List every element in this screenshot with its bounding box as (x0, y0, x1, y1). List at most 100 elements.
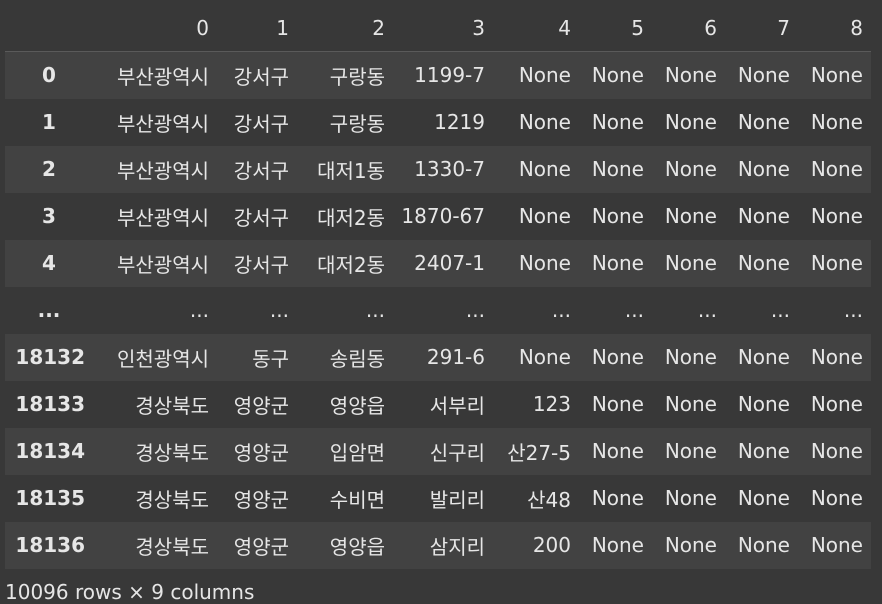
table-cell: 수비면 (329, 487, 385, 512)
table-cell: None (518, 204, 571, 228)
table-cell: None (518, 63, 571, 88)
row-index: 18135 (15, 486, 85, 510)
table-cell: None (591, 439, 644, 463)
table-row: 4 부산광역시 강서구 대저2동 2407-1 None None None N… (5, 239, 871, 287)
table-cell: None (591, 345, 644, 369)
table-cell: 삼지리 (429, 534, 485, 559)
table-cell: 송림동 (329, 346, 385, 371)
table-header: 0 1 2 3 4 5 6 7 8 (5, 5, 871, 52)
table-cell: None (737, 157, 790, 181)
table-cell: None (737, 533, 790, 557)
table-cell: None (810, 251, 863, 275)
table-cell: None (810, 486, 863, 510)
dataframe-shape-text: 10096 rows × 9 columns (5, 580, 255, 604)
table-cell: None (518, 157, 571, 181)
table-row: 18136 경상북도 영양군 영양읍 삼지리 200 None None Non… (5, 521, 871, 569)
column-header: 4 (493, 5, 579, 52)
table-body: 0 부산광역시 강서구 구랑동 1199-7 None None None No… (5, 51, 871, 569)
table-cell: 경상북도 (135, 393, 209, 418)
table-cell: 구랑동 (329, 64, 385, 89)
row-index: ... (37, 298, 61, 322)
table-cell: 산48 (527, 487, 571, 512)
table-row: 18135 경상북도 영양군 수비면 발리리 산48 None None Non… (5, 474, 871, 522)
column-header: 0 (93, 5, 217, 52)
table-cell: 구랑동 (329, 111, 385, 136)
column-header: 1 (217, 5, 297, 52)
table-cell: ... (465, 298, 485, 322)
table-cell: 경상북도 (135, 487, 209, 512)
table-cell: None (518, 345, 571, 369)
table-cell: 강서구 (233, 64, 289, 89)
table-cell: None (737, 110, 790, 134)
column-header: 7 (725, 5, 798, 52)
table-cell: 대저1동 (317, 158, 385, 183)
table-cell: 산27-5 (507, 440, 571, 465)
table-cell: ... (269, 298, 289, 322)
row-index: 0 (42, 63, 56, 88)
table-cell: 발리리 (429, 487, 485, 512)
table-cell: 부산광역시 (117, 64, 209, 89)
table-cell: None (810, 439, 863, 463)
table-cell: 영양군 (233, 487, 289, 512)
table-row: 2 부산광역시 강서구 대저1동 1330-7 None None None N… (5, 145, 871, 193)
table-cell: None (737, 392, 790, 416)
row-index: 18136 (15, 533, 85, 557)
table-row: 18132 인천광역시 동구 송림동 291-6 None None None … (5, 333, 871, 381)
index-header (5, 5, 93, 52)
table-cell: ... (697, 298, 717, 322)
table-cell: 신구리 (429, 440, 485, 465)
table-cell: None (591, 392, 644, 416)
table-cell: 영양군 (233, 393, 289, 418)
table-cell: None (810, 533, 863, 557)
table-cell: None (664, 204, 717, 228)
row-index: 3 (42, 204, 56, 228)
table-cell: None (664, 486, 717, 510)
table-cell: None (591, 486, 644, 510)
table-row: 0 부산광역시 강서구 구랑동 1199-7 None None None No… (5, 51, 871, 99)
table-cell: 영양읍 (329, 534, 385, 559)
table-cell: 동구 (252, 346, 289, 371)
table-cell: None (810, 110, 863, 134)
table-cell: None (591, 204, 644, 228)
table-cell: 영양읍 (329, 393, 385, 418)
table-cell: None (737, 204, 790, 228)
table-cell: 대저2동 (317, 252, 385, 277)
table-cell: 1199-7 (414, 63, 485, 88)
table-cell: 1870-67 (401, 204, 485, 228)
table-cell: None (591, 63, 644, 88)
table-cell: 강서구 (233, 252, 289, 277)
table-row: 18133 경상북도 영양군 영양읍 서부리 123 None None Non… (5, 380, 871, 428)
table-row: 18134 경상북도 영양군 입암면 신구리 산27-5 None None N… (5, 427, 871, 475)
table-cell: ... (551, 298, 571, 322)
column-header: 3 (393, 5, 493, 52)
table-cell: None (737, 439, 790, 463)
table-cell: 부산광역시 (117, 252, 209, 277)
table-cell: None (591, 157, 644, 181)
table-cell: None (737, 251, 790, 275)
table-cell: None (664, 439, 717, 463)
dataframe-table: 0 1 2 3 4 5 6 7 8 0 부산광역시 강서구 구랑동 1199-7… (5, 5, 871, 569)
table-cell: None (810, 157, 863, 181)
row-index: 1 (42, 110, 56, 134)
table-cell: None (591, 533, 644, 557)
column-header: 6 (652, 5, 725, 52)
table-cell: ... (189, 298, 209, 322)
table-cell: 인천광역시 (117, 346, 209, 371)
table-cell: None (737, 63, 790, 88)
table-cell: 서부리 (429, 393, 485, 418)
table-cell: None (737, 486, 790, 510)
table-cell: None (810, 63, 863, 88)
table-cell: 입암면 (329, 440, 385, 465)
table-cell: None (591, 251, 644, 275)
table-cell: 2407-1 (414, 251, 485, 275)
column-header: 8 (798, 5, 871, 52)
table-cell: None (810, 345, 863, 369)
table-cell: None (664, 157, 717, 181)
row-index: 2 (42, 157, 56, 181)
table-cell: ... (365, 298, 385, 322)
table-cell: 부산광역시 (117, 205, 209, 230)
table-cell: 경상북도 (135, 440, 209, 465)
table-cell: 영양군 (233, 534, 289, 559)
table-cell: ... (843, 298, 863, 322)
table-cell: None (664, 392, 717, 416)
